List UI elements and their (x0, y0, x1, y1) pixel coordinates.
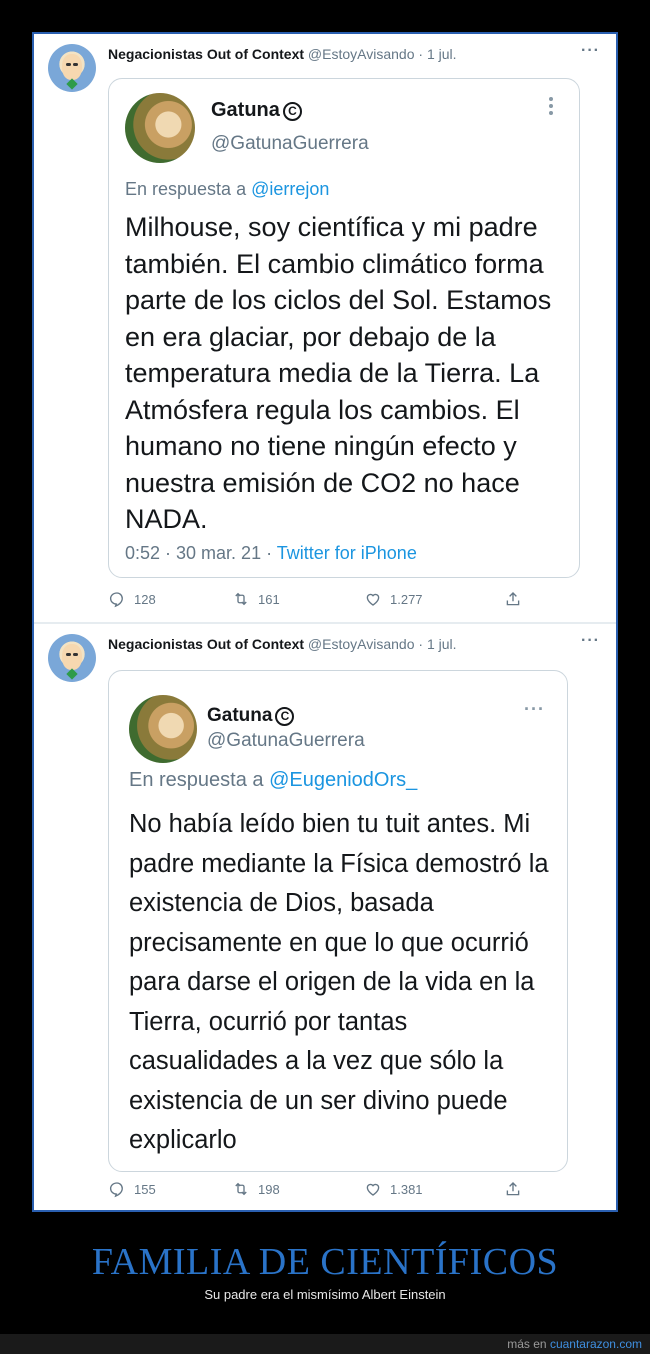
more-icon[interactable]: ··· (524, 699, 545, 720)
reply-to-link[interactable]: @ierrejon (251, 179, 329, 199)
like-button[interactable]: 1.381 (364, 1180, 423, 1198)
avatar-eye (66, 63, 71, 66)
reply-context: En respuesta a @EugeniodOrs_ (129, 769, 417, 792)
quoted-tweet-timestamp: 0:52 · 30 mar. 21 · Twitter for iPhone (125, 543, 417, 564)
reply-prefix: En respuesta a (129, 769, 264, 791)
copyright-badge-icon: C (275, 707, 295, 726)
like-button[interactable]: 1.277 (364, 590, 423, 608)
avatar[interactable] (48, 44, 96, 92)
reply-count: 128 (134, 591, 156, 607)
reply-icon (109, 1182, 123, 1198)
tweet[interactable]: Negacionistas Out of Context @EstoyAvisa… (34, 34, 616, 622)
tweet[interactable]: Negacionistas Out of Context @EstoyAvisa… (34, 624, 616, 1210)
share-icon (506, 592, 520, 606)
avatar-face (62, 644, 82, 670)
share-button[interactable] (504, 590, 522, 608)
tweet-header: Negacionistas Out of Context @EstoyAvisa… (108, 44, 457, 64)
author-handle[interactable]: @EstoyAvisando (308, 46, 415, 62)
reply-context: En respuesta a @ierrejon (125, 179, 329, 200)
quoted-author-name-text: Gatuna (207, 705, 273, 726)
avatar-face (62, 54, 82, 80)
like-icon (366, 1183, 380, 1196)
quoted-avatar[interactable] (125, 93, 195, 163)
retweet-icon (235, 592, 247, 606)
site-footer: más en cuantarazon.com (0, 1334, 650, 1354)
author-handle[interactable]: @EstoyAvisando (308, 636, 415, 652)
avatar-mark (66, 668, 78, 680)
caption-title: FAMILIA DE CIENTÍFICOS (91, 1241, 559, 1283)
author-name[interactable]: Negacionistas Out of Context (108, 46, 304, 62)
reply-to-link[interactable]: @EugeniodOrs_ (269, 769, 417, 791)
retweet-button[interactable]: 198 (232, 1180, 280, 1198)
quoted-tweet-text: No había leído bien tu tuit antes. Mi pa… (129, 810, 549, 1154)
avatar-eye (73, 63, 78, 66)
caption-subtitle: Su padre era el mismísimo Albert Einstei… (204, 1287, 446, 1302)
quoted-avatar[interactable] (129, 695, 197, 763)
quoted-tweet-card[interactable]: Gatuna C @GatunaGuerrera ··· En respuesta… (108, 670, 568, 1172)
share-icon (506, 1182, 520, 1196)
quoted-author-name-text: Gatuna (211, 99, 280, 121)
tweet-actions: 128 161 1.277 (108, 590, 548, 614)
retweet-count: 161 (258, 591, 280, 607)
retweet-button[interactable]: 161 (232, 590, 280, 608)
reply-button[interactable]: 155 (108, 1180, 156, 1198)
like-icon (366, 593, 380, 606)
tweet-header: Negacionistas Out of Context @EstoyAvisa… (108, 634, 457, 654)
tweet-actions: 155 198 1.381 (108, 1180, 548, 1204)
avatar-eye (66, 653, 71, 656)
retweet-count: 198 (258, 1181, 280, 1197)
retweet-icon (235, 1182, 247, 1196)
reply-icon (109, 592, 123, 608)
quoted-author-name[interactable]: Gatuna C (207, 705, 295, 727)
avatar-mark (66, 78, 78, 90)
reply-prefix: En respuesta a (125, 179, 247, 199)
like-count: 1.277 (390, 591, 423, 607)
reply-button[interactable]: 128 (108, 590, 156, 608)
share-button[interactable] (504, 1180, 522, 1198)
avatar-eye (73, 653, 78, 656)
tweet-date[interactable]: · 1 jul. (418, 636, 456, 652)
quoted-author-handle[interactable]: @GatunaGuerrera (207, 730, 365, 752)
more-icon[interactable]: ··· (581, 632, 600, 650)
footer-prefix: más en (507, 1337, 547, 1351)
copyright-badge-icon: C (282, 102, 302, 121)
tweet-date[interactable]: · 1 jul. (418, 46, 456, 62)
footer-site-link[interactable]: cuantarazon.com (550, 1337, 642, 1351)
reply-count: 155 (134, 1181, 156, 1197)
vertical-more-icon[interactable] (549, 97, 555, 118)
author-name[interactable]: Negacionistas Out of Context (108, 636, 304, 652)
avatar[interactable] (48, 634, 96, 682)
quoted-author-handle[interactable]: @GatunaGuerrera (211, 133, 369, 155)
quoted-tweet-card[interactable]: Gatuna C @GatunaGuerrera En respuesta a @… (108, 78, 580, 578)
timestamp-text[interactable]: 0:52 · 30 mar. 21 · (125, 543, 272, 563)
quoted-tweet-text: Milhouse, soy científica y mi padre tamb… (125, 212, 552, 534)
tweets-screenshot-frame: Negacionistas Out of Context @EstoyAvisa… (32, 32, 618, 1212)
source-link[interactable]: Twitter for iPhone (277, 543, 417, 563)
quoted-author-name[interactable]: Gatuna C (211, 99, 302, 122)
like-count: 1.381 (390, 1181, 423, 1197)
more-icon[interactable]: ··· (581, 42, 600, 60)
